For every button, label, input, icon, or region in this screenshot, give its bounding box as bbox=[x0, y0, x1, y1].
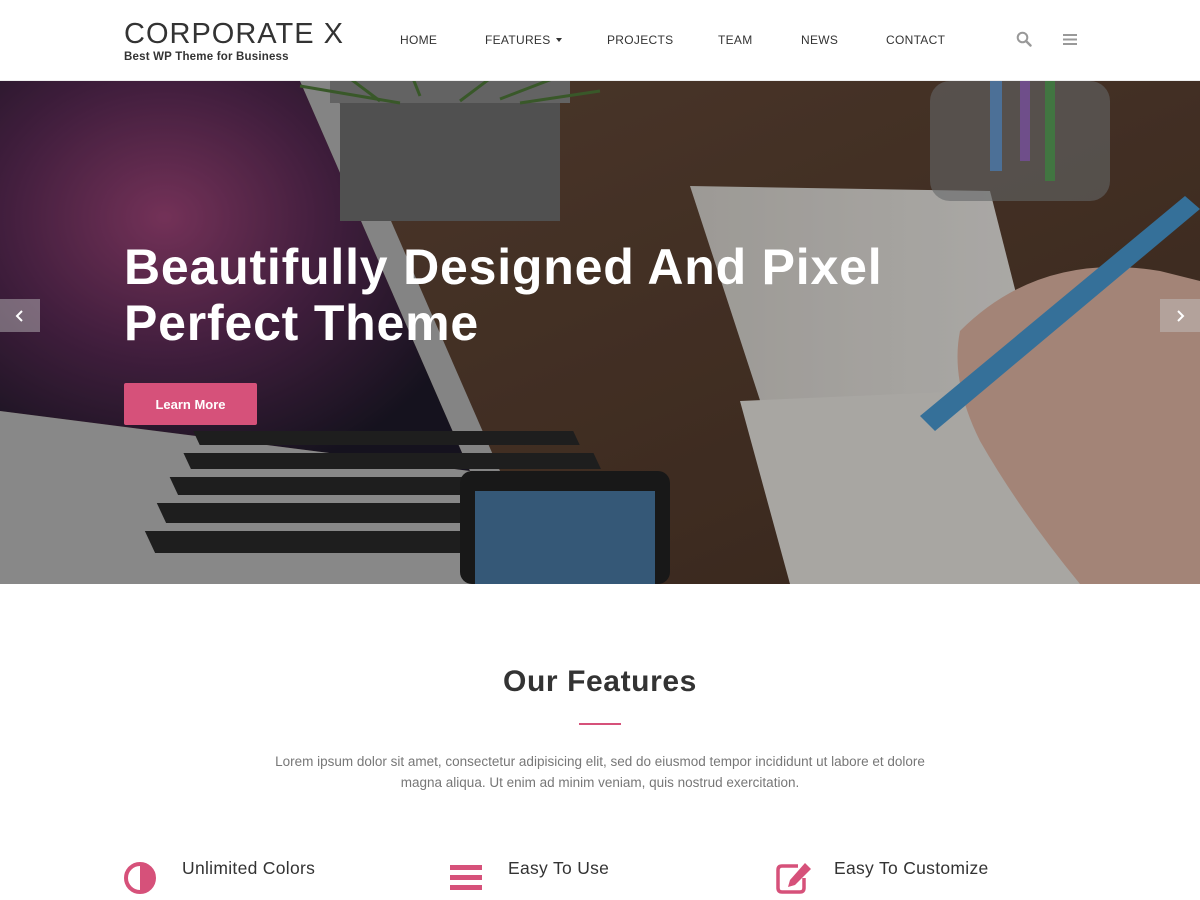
chevron-right-icon bbox=[1177, 310, 1185, 322]
nav-item-contact[interactable]: CONTACT bbox=[886, 33, 945, 47]
hero-slider: Beautifully Designed And Pixel Perfect T… bbox=[0, 81, 1200, 584]
edit-icon bbox=[776, 863, 811, 894]
nav-item-label: PROJECTS bbox=[607, 33, 674, 47]
slider-prev-button[interactable] bbox=[0, 299, 40, 332]
nav-item-projects[interactable]: PROJECTS bbox=[607, 33, 673, 47]
feature-title: Easy To Use bbox=[508, 858, 610, 878]
slider-next-button[interactable] bbox=[1160, 299, 1200, 332]
site-title[interactable]: CORPORATE X bbox=[124, 18, 344, 50]
site-tagline: Best WP Theme for Business bbox=[124, 51, 289, 63]
nav-item-home[interactable]: HOME bbox=[400, 33, 437, 47]
menu-icon[interactable] bbox=[1063, 31, 1078, 47]
site-header: CORPORATE X Best WP Theme for Business H… bbox=[0, 0, 1200, 81]
nav-item-news[interactable]: NEWS bbox=[801, 33, 838, 47]
section-divider bbox=[579, 723, 621, 725]
feature-title: Unlimited Colors bbox=[182, 858, 316, 878]
nav-item-label: CONTACT bbox=[886, 33, 946, 47]
search-icon[interactable] bbox=[1016, 31, 1032, 47]
nav-item-label: HOME bbox=[400, 33, 438, 47]
features-description: Lorem ipsum dolor sit amet, consectetur … bbox=[275, 754, 925, 790]
adjust-icon bbox=[124, 862, 156, 894]
features-heading: Our Features bbox=[503, 665, 697, 698]
chevron-down-icon bbox=[555, 38, 562, 42]
nav-item-label: NEWS bbox=[801, 33, 839, 47]
site-logo[interactable]: CORPORATE X Best WP Theme for Business bbox=[124, 18, 344, 63]
nav-item-label: TEAM bbox=[718, 33, 753, 47]
chevron-left-icon bbox=[15, 310, 23, 322]
nav-item-features[interactable]: FEATURES bbox=[485, 33, 562, 47]
nav-item-label: FEATURES bbox=[485, 33, 551, 47]
hero-title: Beautifully Designed And Pixel Perfect T… bbox=[124, 239, 883, 351]
feature-title: Easy To Customize bbox=[834, 858, 989, 878]
nav-item-team[interactable]: TEAM bbox=[718, 33, 753, 47]
learn-more-button[interactable]: Learn More bbox=[124, 383, 257, 425]
bars-icon bbox=[450, 865, 482, 890]
